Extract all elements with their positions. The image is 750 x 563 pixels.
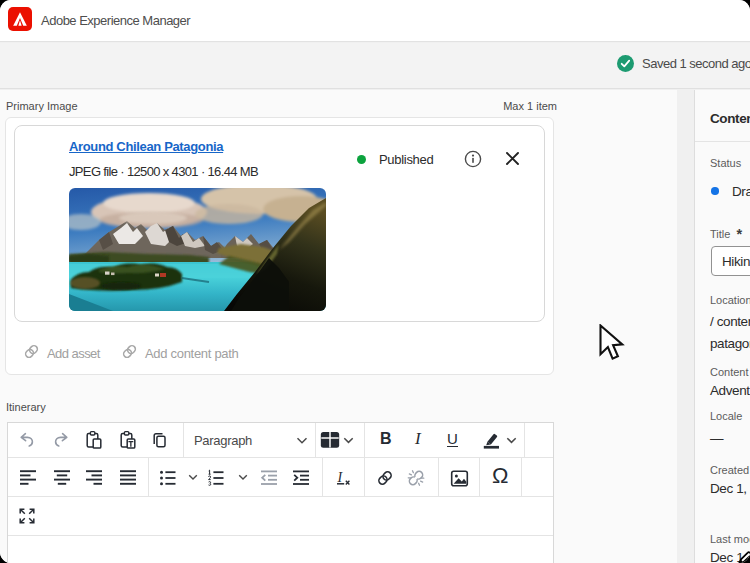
svg-text:I: I <box>337 470 344 485</box>
